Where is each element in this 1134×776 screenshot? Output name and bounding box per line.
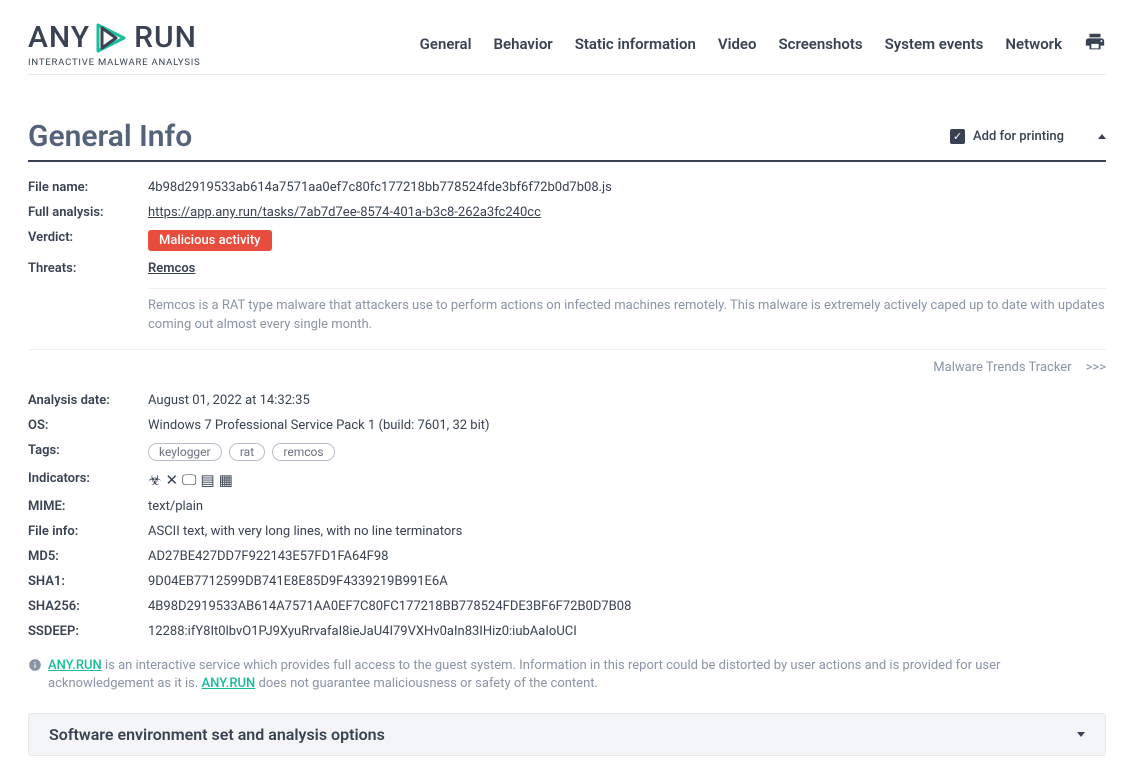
verdict-badge: Malicious activity [148,230,272,251]
label-analysis-date: Analysis date: [28,393,148,408]
row-tags: Tags: keylogger rat remcos [28,443,1106,461]
link-full-analysis[interactable]: https://app.any.run/tasks/7ab7d7ee-8574-… [148,205,541,220]
value-file-info: ASCII text, with very long lines, with n… [148,524,462,539]
disclaimer: ANY.RUN is an interactive service which … [28,657,1106,693]
label-os: OS: [28,418,148,433]
biohazard-icon: ☣ [148,471,161,489]
checkbox-checked-icon: ✓ [950,129,965,144]
print-icon[interactable] [1084,31,1106,57]
tag-keylogger[interactable]: keylogger [148,443,222,461]
page-title: General Info [28,119,192,154]
value-ssdeep: 12288:ifY8It0lbvO1PJ9XyuRrvafaI8ieJaU4I7… [148,624,577,639]
row-os: OS: Windows 7 Professional Service Pack … [28,418,1106,433]
print-toggle-label: Add for printing [973,129,1064,144]
row-sha1: SHA1: 9D04EB7712599DB741E8E85D9F4339219B… [28,574,1106,589]
value-sha1: 9D04EB7712599DB741E8E85D9F4339219B991E6A [148,574,448,589]
row-full-analysis: Full analysis: https://app.any.run/tasks… [28,205,1106,220]
section-title-row: General Info ✓ Add for printing [28,119,1106,162]
tag-rat[interactable]: rat [229,443,265,461]
row-verdict: Verdict: Malicious activity [28,230,1106,251]
value-mime: text/plain [148,499,203,514]
value-filename: 4b98d2919533ab614a7571aa0ef7c80fc177218b… [148,180,612,195]
label-verdict: Verdict: [28,230,148,251]
label-mime: MIME: [28,499,148,514]
label-full-analysis: Full analysis: [28,205,148,220]
label-sha256: SHA256: [28,599,148,614]
value-os: Windows 7 Professional Service Pack 1 (b… [148,418,490,433]
main-nav: General Behavior Static information Vide… [420,31,1106,57]
logo-text-right: RUN [134,20,197,55]
nav-general[interactable]: General [420,35,472,53]
tag-remcos[interactable]: remcos [272,443,334,461]
label-threats: Threats: [28,261,148,276]
disclaimer-link-2[interactable]: ANY.RUN [202,676,256,691]
malware-trends-link-row: Malware Trends Tracker >>> [28,349,1106,375]
row-analysis-date: Analysis date: August 01, 2022 at 14:32:… [28,393,1106,408]
label-filename: File name: [28,180,148,195]
threat-description: Remcos is a RAT type malware that attack… [148,288,1106,335]
registry-icon: ▤ [201,471,215,489]
disclaimer-text-2: does not guarantee maliciousness or safe… [255,676,598,691]
row-indicators: Indicators: ☣ ✕ 🖵 ▤ ▦ [28,471,1106,489]
logo-play-icon [92,21,132,55]
nav-static-information[interactable]: Static information [575,35,696,53]
nav-system-events[interactable]: System events [885,35,984,53]
value-sha256: 4B98D2919533AB614A7571AA0EF7C80FC177218B… [148,599,631,614]
trends-more[interactable]: >>> [1086,360,1106,375]
nav-video[interactable]: Video [718,35,757,53]
chevron-down-icon [1077,732,1085,737]
row-sha256: SHA256: 4B98D2919533AB614A7571AA0EF7C80F… [28,599,1106,614]
row-md5: MD5: AD27BE427DD7F922143E57FD1FA64F98 [28,549,1106,564]
row-mime: MIME: text/plain [28,499,1106,514]
threat-link[interactable]: Remcos [148,261,195,276]
add-for-printing-toggle[interactable]: ✓ Add for printing [950,129,1106,144]
label-ssdeep: SSDEEP: [28,624,148,639]
page-header: ANY RUN INTERACTIVE MALWARE ANALYSIS Gen… [28,20,1106,75]
info-icon [28,658,42,693]
label-tags: Tags: [28,443,148,461]
collapse-title: Software environment set and analysis op… [49,725,385,744]
network-icon: ▦ [219,471,233,489]
label-sha1: SHA1: [28,574,148,589]
chevron-up-icon [1098,134,1106,139]
disclaimer-link-1[interactable]: ANY.RUN [48,658,102,673]
nav-network[interactable]: Network [1005,35,1062,53]
row-ssdeep: SSDEEP: 12288:ifY8It0lbvO1PJ9XyuRrvafaI8… [28,624,1106,639]
nav-screenshots[interactable]: Screenshots [779,35,863,53]
tools-icon: ✕ [165,471,178,489]
logo-subtitle: INTERACTIVE MALWARE ANALYSIS [28,57,201,68]
label-md5: MD5: [28,549,148,564]
row-filename: File name: 4b98d2919533ab614a7571aa0ef7c… [28,180,1106,195]
logo[interactable]: ANY RUN INTERACTIVE MALWARE ANALYSIS [28,20,201,68]
row-file-info: File info: ASCII text, with very long li… [28,524,1106,539]
value-md5: AD27BE427DD7F922143E57FD1FA64F98 [148,549,388,564]
collapse-software-environment[interactable]: Software environment set and analysis op… [28,713,1106,756]
screen-icon: 🖵 [182,471,196,489]
logo-text-left: ANY [28,20,90,55]
trends-label[interactable]: Malware Trends Tracker [933,360,1071,375]
label-indicators: Indicators: [28,471,148,489]
nav-behavior[interactable]: Behavior [494,35,553,53]
label-file-info: File info: [28,524,148,539]
value-analysis-date: August 01, 2022 at 14:32:35 [148,393,310,408]
row-threats: Threats: Remcos [28,261,1106,276]
